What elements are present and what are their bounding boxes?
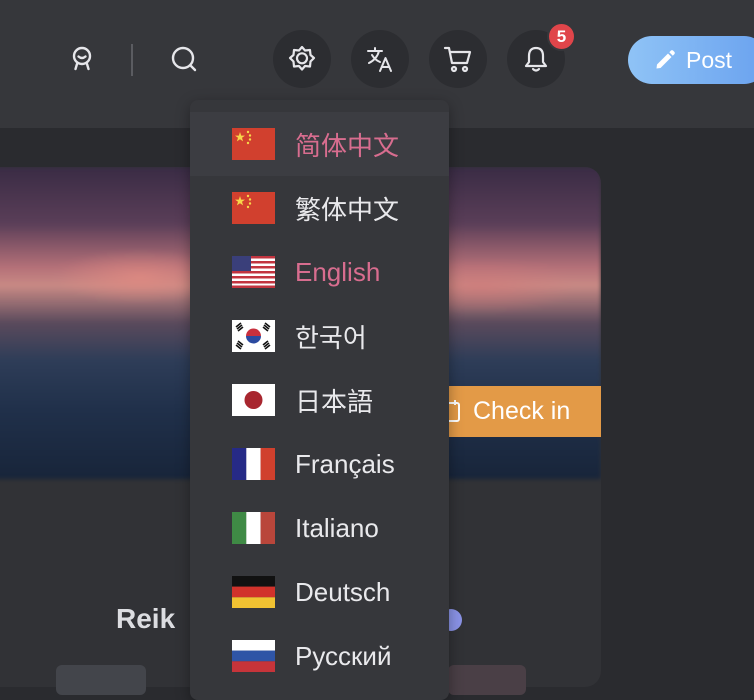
- profile-tag[interactable]: [56, 665, 146, 695]
- search-button[interactable]: [155, 30, 213, 88]
- language-label: 繁体中文: [295, 194, 400, 225]
- germany-flag-icon: [232, 576, 275, 608]
- china-flag-icon: [232, 128, 275, 160]
- profile-tag[interactable]: [448, 665, 526, 695]
- pencil-icon: [656, 50, 675, 69]
- language-label: Français: [295, 448, 395, 479]
- korea-flag-icon: [232, 320, 275, 352]
- check-in-label: Check in: [473, 397, 571, 425]
- language-label: Русский: [295, 640, 392, 671]
- search-icon: [171, 46, 197, 72]
- translate-icon: [367, 47, 392, 72]
- france-flag-icon: [232, 448, 275, 480]
- language-label: 한국어: [295, 322, 367, 353]
- post-button-label: Post: [686, 46, 733, 73]
- language-option-fr[interactable]: Français: [190, 432, 449, 496]
- language-label: Deutsch: [295, 576, 391, 607]
- post-button[interactable]: Post: [628, 36, 754, 84]
- bell-icon: [524, 46, 548, 72]
- theme-toggle-button[interactable]: [273, 30, 331, 88]
- china-flag-icon: [232, 192, 275, 224]
- language-option-ru[interactable]: Русский: [190, 624, 449, 688]
- usa-flag-icon: [232, 256, 275, 288]
- user-button[interactable]: [53, 30, 111, 88]
- user-icon: [72, 46, 92, 71]
- italy-flag-icon: [232, 512, 275, 544]
- language-option-it[interactable]: Italiano: [190, 496, 449, 560]
- language-option-en[interactable]: English: [190, 240, 449, 304]
- check-in-button[interactable]: Check in: [437, 386, 601, 437]
- language-label: 简体中文: [295, 130, 400, 161]
- cart-icon: [443, 46, 472, 73]
- japan-flag-icon: [232, 384, 275, 416]
- language-label: English: [295, 256, 381, 287]
- language-label: 日本語: [295, 386, 374, 417]
- theme-icon: [288, 45, 316, 71]
- language-label: Italiano: [295, 512, 379, 543]
- language-option-zh-hans[interactable]: 简体中文: [190, 112, 449, 176]
- russia-flag-icon: [232, 640, 275, 672]
- header-divider: [131, 44, 133, 76]
- cart-button[interactable]: [429, 30, 487, 88]
- language-option-ko[interactable]: 한국어: [190, 304, 449, 368]
- profile-username: Reik: [116, 603, 176, 634]
- language-option-zh-hant[interactable]: 繁体中文: [190, 176, 449, 240]
- notification-badge: 5: [547, 22, 576, 51]
- language-option-de[interactable]: Deutsch: [190, 560, 449, 624]
- language-menu: 简体中文 繁体中文 English 한국어 日本語 Français Itali…: [190, 100, 449, 700]
- language-button[interactable]: [351, 30, 409, 88]
- language-option-ja[interactable]: 日本語: [190, 368, 449, 432]
